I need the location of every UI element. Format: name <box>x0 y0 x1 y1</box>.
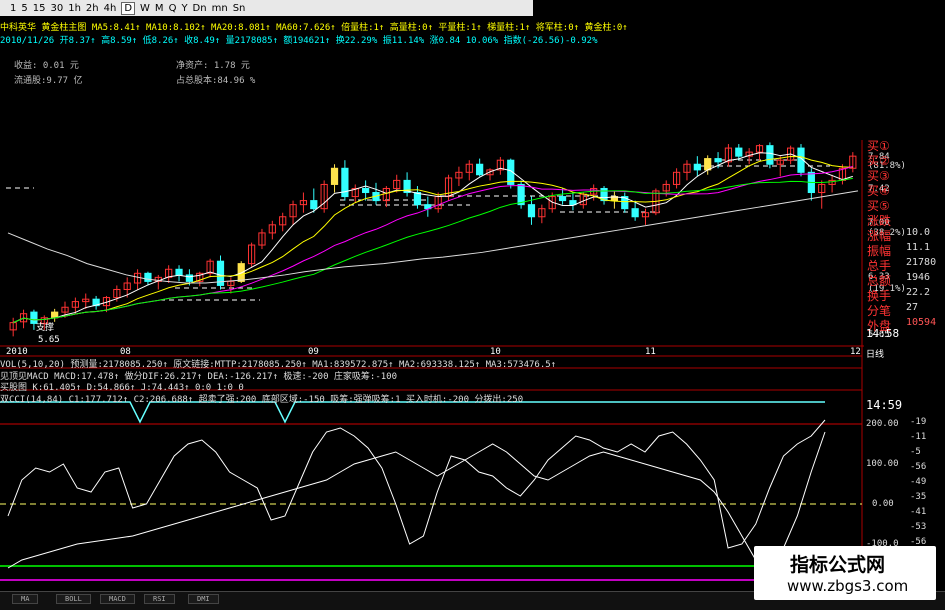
cci-axis-200: 200.00 <box>866 419 899 429</box>
cci-right-value: -56 <box>910 462 927 472</box>
candle-body <box>714 158 722 163</box>
candle-body <box>175 268 183 276</box>
cci-c1-line <box>7 419 826 549</box>
cci-right-value: -19 <box>910 417 927 427</box>
x-axis-label: 日线 <box>866 350 885 360</box>
indicator-tab-boll[interactable]: BOLL <box>56 594 91 604</box>
support-annotation: 支撑 <box>36 323 55 333</box>
candle-body <box>735 147 743 157</box>
time-top: 14:58 <box>866 327 900 340</box>
cci-right-value: -11 <box>910 432 927 442</box>
indicator-tab-rsi[interactable]: RSI <box>144 594 175 604</box>
price-chart <box>0 140 864 590</box>
x-axis-label: 12 <box>850 347 861 357</box>
indicator-tab-dmi[interactable]: DMI <box>188 594 219 604</box>
side-value: 1946 <box>906 272 931 283</box>
cci-top-signal-line <box>0 401 825 424</box>
low-price-annotation: 5.65 <box>38 335 60 345</box>
candle-body <box>631 208 639 218</box>
candle-body <box>558 196 567 202</box>
candle-body <box>527 204 536 218</box>
cci-axis-0: 0.00 <box>872 499 894 509</box>
side-value: 22.2 <box>906 287 931 298</box>
cci-axis-100: 100.00 <box>866 459 899 469</box>
ma5-line <box>12 152 853 324</box>
candle-body <box>693 163 701 171</box>
indicator-tab-macd[interactable]: MACD <box>100 594 135 604</box>
x-axis-label: 08 <box>120 347 131 357</box>
cci-right-value: -53 <box>910 522 927 532</box>
x-axis-label: 2010 <box>6 347 28 357</box>
candle-body <box>362 187 370 194</box>
side-value: 27 <box>906 302 919 313</box>
ma10-line <box>12 155 853 324</box>
side-value: 21780 <box>906 257 937 268</box>
time-bottom: 14:59 <box>866 398 903 412</box>
candle-body <box>185 274 194 282</box>
x-axis-label: 11 <box>645 347 656 357</box>
ma30-line <box>12 177 853 324</box>
indicator-tab-ma[interactable]: MA <box>12 594 39 604</box>
candle-body <box>310 200 318 210</box>
cci-right-value: -35 <box>910 492 927 502</box>
watermark-title: 指标公式网 <box>790 554 886 576</box>
side-value: 10594 <box>906 317 937 328</box>
cci-right-value: -41 <box>910 507 927 517</box>
candle-body <box>330 167 339 185</box>
cci-right-value: -49 <box>910 477 927 487</box>
x-axis-label: 09 <box>308 347 319 357</box>
cci-info: 双CCI(14,84) C1:177.712↑ C2:206.688↑ 超卖了强… <box>0 395 524 405</box>
candle-body <box>476 163 484 176</box>
watermark-url: www.zbgs3.com <box>787 577 909 595</box>
cci-right-value: -5 <box>910 447 921 457</box>
candle-body <box>766 145 774 165</box>
x-axis-label: 10 <box>490 347 501 357</box>
candle-body <box>144 272 152 282</box>
side-value: 10.0 <box>906 227 931 238</box>
ma20-line <box>12 166 853 324</box>
candle-body <box>413 192 422 206</box>
candle-body <box>704 158 712 171</box>
side-value: 11.1 <box>906 242 931 253</box>
